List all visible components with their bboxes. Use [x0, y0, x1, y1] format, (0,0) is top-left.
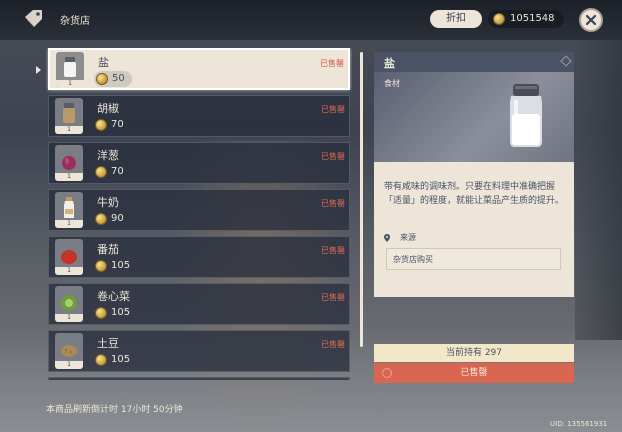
item-count: 1 [56, 80, 84, 88]
item-thumbnail: 1 [55, 98, 83, 134]
item-thumbnail: 1 [55, 286, 83, 322]
sold-out-badge: 已售罄 [320, 59, 344, 68]
item-count: 1 [55, 126, 83, 134]
item-price: 70 [111, 166, 124, 177]
list-item-salt[interactable]: 1 盐 50 已售罄 [48, 48, 350, 90]
mora-coin-icon [493, 13, 505, 25]
list-item-cabbage[interactable]: 1 卷心菜 105 已售罄 [48, 283, 350, 325]
item-count: 1 [55, 361, 83, 369]
source-label: 来源 [400, 233, 416, 242]
mora-balance: 1051548 [488, 10, 564, 28]
list-item-next[interactable] [48, 377, 350, 380]
list-item-milk[interactable]: 1 牛奶 90 已售罄 [48, 189, 350, 231]
sold-out-badge: 已售罄 [321, 105, 345, 114]
onion-icon [62, 151, 76, 170]
sold-out-badge: 已售罄 [321, 199, 345, 208]
mora-coin-icon [95, 260, 107, 272]
close-icon [585, 14, 597, 26]
item-price: 50 [112, 73, 125, 84]
item-count: 1 [55, 220, 83, 228]
pepper-shaker-icon [63, 103, 75, 123]
top-bar: 杂货店 折扣 1051548 [0, 0, 622, 40]
detail-category: 食材 [384, 79, 400, 88]
list-item-onion[interactable]: 1 洋葱 70 已售罄 [48, 142, 350, 184]
item-name: 洋葱 [97, 149, 119, 162]
item-detail-panel: 盐 食材 带有咸味的调味剂。只要在料理中准确把握「适量」的程度，就能让菜品产生质… [374, 52, 574, 297]
salt-shaker-icon [64, 57, 76, 77]
item-price: 70 [111, 119, 124, 130]
item-name: 土豆 [97, 337, 119, 350]
mora-coin-icon [95, 307, 107, 319]
sold-out-badge: 已售罄 [321, 340, 345, 349]
item-count: 1 [55, 267, 83, 275]
discount-button[interactable]: 折扣 [430, 10, 482, 28]
item-price: 105 [111, 260, 131, 271]
item-name: 胡椒 [97, 102, 119, 115]
item-count: 1 [55, 173, 83, 181]
source-box: 杂货店购买 [386, 248, 561, 270]
close-button[interactable] [579, 8, 603, 32]
mora-coin-icon [96, 73, 108, 85]
location-pin-icon [384, 234, 390, 242]
item-list: 1 盐 50 已售罄 1 胡椒 70 已售罄 1 洋葱 70 已售罄 1 牛奶 … [46, 48, 352, 380]
cabbage-icon [61, 295, 77, 311]
potato-icon [61, 345, 77, 357]
diamond-deco-icon [560, 55, 572, 67]
item-price: 90 [111, 213, 124, 224]
item-thumbnail: 1 [55, 192, 83, 228]
shop-tag-icon [22, 8, 44, 30]
mora-coin-icon [95, 119, 107, 131]
mora-coin-icon [95, 354, 107, 366]
sold-out-mark-icon [382, 368, 392, 378]
mora-coin-icon [95, 213, 107, 225]
item-price: 105 [111, 354, 131, 365]
item-name: 盐 [98, 56, 109, 69]
player-uid: UID: 135561931 [550, 420, 608, 428]
mora-amount: 1051548 [510, 13, 555, 24]
selection-arrow-icon [36, 66, 41, 74]
salt-shaker-icon [510, 84, 542, 147]
refresh-countdown: 本商品刷新倒计时 17小时 50分钟 [46, 405, 183, 415]
item-name: 番茄 [97, 243, 119, 256]
sold-out-badge: 已售罄 [321, 293, 345, 302]
item-price: 105 [111, 307, 131, 318]
item-thumbnail: 1 [56, 52, 84, 88]
item-thumbnail: 1 [55, 145, 83, 181]
scrollbar-thumb[interactable] [360, 52, 363, 347]
item-thumbnail: 1 [55, 239, 83, 275]
item-count: 1 [55, 314, 83, 322]
shop-title: 杂货店 [60, 16, 90, 27]
sold-out-button[interactable]: 已售罄 [374, 363, 574, 383]
item-name: 牛奶 [97, 196, 119, 209]
tomato-icon [61, 250, 77, 264]
sold-out-badge: 已售罄 [321, 246, 345, 255]
list-scrollbar[interactable] [360, 52, 363, 347]
background-pillar [575, 40, 622, 340]
detail-header: 盐 [374, 52, 574, 72]
detail-artwork: 食材 [374, 72, 574, 162]
milk-bottle-icon [64, 197, 74, 218]
source-value: 杂货店购买 [393, 255, 433, 264]
current-holding: 当前持有 297 [374, 344, 574, 362]
detail-title: 盐 [384, 57, 395, 70]
mora-coin-icon [95, 166, 107, 178]
list-item-potato[interactable]: 1 土豆 105 已售罄 [48, 330, 350, 372]
detail-description: 带有咸味的调味剂。只要在料理中准确把握「适量」的程度，就能让菜品产生质的提升。 [384, 182, 565, 206]
item-thumbnail: 1 [55, 333, 83, 369]
list-item-tomato[interactable]: 1 番茄 105 已售罄 [48, 236, 350, 278]
sold-out-button-label: 已售罄 [460, 368, 488, 378]
item-name: 卷心菜 [97, 290, 130, 303]
sold-out-badge: 已售罄 [321, 152, 345, 161]
list-item-pepper[interactable]: 1 胡椒 70 已售罄 [48, 95, 350, 137]
